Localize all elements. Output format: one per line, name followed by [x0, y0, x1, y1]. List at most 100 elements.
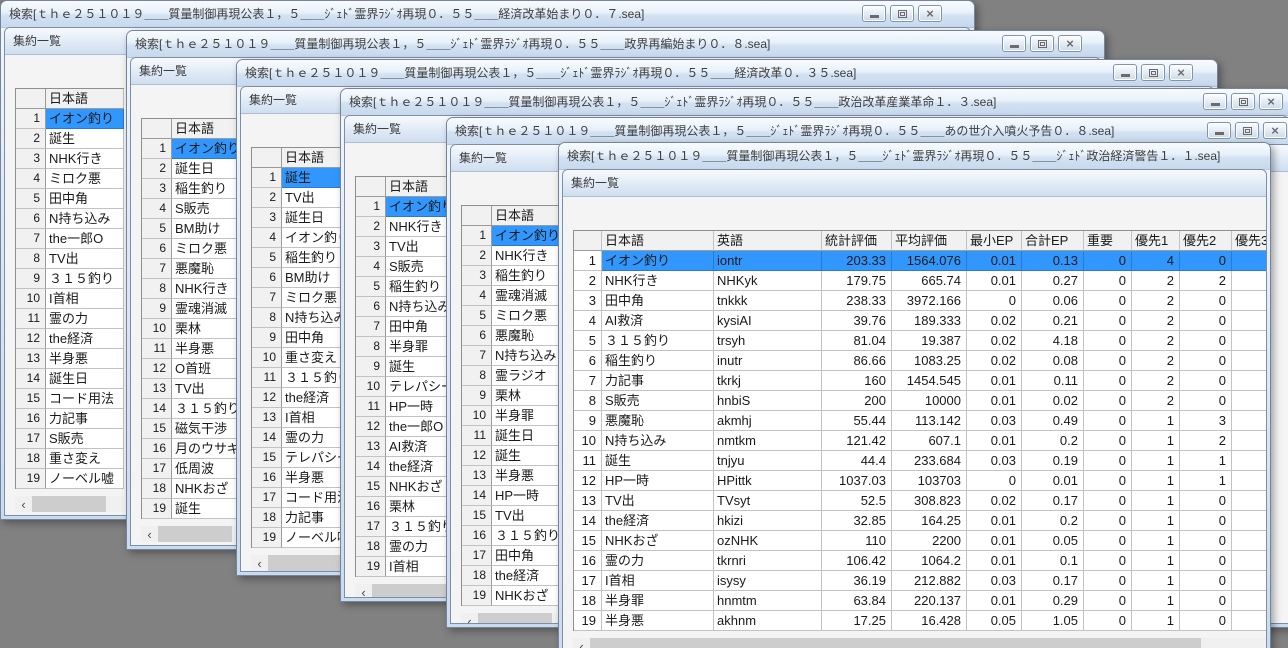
list-row[interactable]: 10I首相 [16, 289, 124, 309]
row-number[interactable]: 4 [574, 311, 602, 331]
table-cell[interactable]: イオン釣り [602, 251, 714, 271]
row-number[interactable]: 5 [252, 248, 282, 268]
table-cell[interactable]: 2200 [892, 531, 967, 551]
table-cell[interactable]: 121.42 [822, 431, 892, 451]
minimize-button[interactable] [1203, 93, 1227, 110]
list-row[interactable]: 7悪魔恥 [142, 259, 250, 279]
row-number[interactable]: 19 [142, 499, 172, 519]
list-row[interactable]: 14HP一時 [462, 486, 570, 506]
scroll-thumb[interactable] [32, 496, 106, 512]
row-number[interactable]: 9 [574, 411, 602, 431]
table-cell[interactable]: 203.33 [822, 251, 892, 271]
table-cell[interactable]: HP一時 [602, 471, 714, 491]
row-number[interactable]: 4 [142, 199, 172, 219]
row-number[interactable]: 10 [252, 348, 282, 368]
row-number[interactable]: 11 [142, 339, 172, 359]
table-cell[interactable]: nmtkm [714, 431, 822, 451]
row-number[interactable]: 8 [574, 391, 602, 411]
column-header[interactable]: 合計EP [1022, 231, 1084, 251]
table-cell[interactable]: 1 [1132, 411, 1180, 431]
row-number[interactable]: 5 [16, 189, 46, 209]
scroll-thumb[interactable] [590, 638, 1201, 648]
table-cell[interactable] [1232, 591, 1267, 611]
table-cell[interactable]: 1 [1132, 491, 1180, 511]
table-cell[interactable]: 0 [1084, 431, 1132, 451]
row-number[interactable]: 4 [462, 286, 492, 306]
list-cell[interactable]: the一郎O [46, 229, 124, 249]
list-row[interactable]: 16力記事 [16, 409, 124, 429]
table-cell[interactable]: 0.49 [1022, 411, 1084, 431]
table-cell[interactable]: 0 [1180, 591, 1232, 611]
table-cell[interactable]: 1 [1180, 471, 1232, 491]
row-number[interactable]: 16 [142, 439, 172, 459]
table-cell[interactable]: N持ち込み [602, 431, 714, 451]
table-cell[interactable]: tkrnri [714, 551, 822, 571]
close-button[interactable]: × [1263, 122, 1287, 139]
table-cell[interactable]: 半身悪 [602, 611, 714, 631]
table-row[interactable]: 15NHKおざozNHK11022000.010.05010 [574, 531, 1267, 551]
row-number[interactable]: 2 [574, 271, 602, 291]
table-cell[interactable]: 32.85 [822, 511, 892, 531]
table-cell[interactable]: 200 [822, 391, 892, 411]
table-row[interactable]: 9悪魔恥akmhj55.44113.1420.030.49013 [574, 411, 1267, 431]
close-button[interactable]: × [918, 5, 942, 22]
row-number[interactable]: 15 [574, 531, 602, 551]
row-number[interactable]: 3 [142, 179, 172, 199]
column-header[interactable]: 英語 [714, 231, 822, 251]
table-cell[interactable]: 44.4 [822, 451, 892, 471]
scroll-track[interactable] [478, 613, 570, 624]
table-cell[interactable]: hkizi [714, 511, 822, 531]
table-cell[interactable]: 1 [1132, 571, 1180, 591]
table-cell[interactable] [1232, 331, 1267, 351]
table-cell[interactable]: akhnm [714, 611, 822, 631]
title-bar[interactable]: 検索[ｔｈｅ２５１０１９＿＿質量制御再現公表１，５＿＿ｼﾞｪﾄﾞ霊界ﾗｼﾞｵ再現… [237, 60, 1217, 87]
row-number[interactable]: 12 [356, 417, 386, 437]
list-cell[interactable]: 重さ変え [46, 449, 124, 469]
row-number[interactable]: 19 [356, 557, 386, 577]
table-cell[interactable]: NHKおざ [602, 531, 714, 551]
table-cell[interactable] [1232, 431, 1267, 451]
table-cell[interactable]: 238.33 [822, 291, 892, 311]
list-row[interactable]: 5ミロク悪 [462, 306, 570, 326]
table-cell[interactable]: TV出 [602, 491, 714, 511]
table-cell[interactable]: 0.02 [967, 331, 1022, 351]
row-number[interactable]: 8 [356, 337, 386, 357]
close-button[interactable]: × [1169, 64, 1193, 81]
row-number[interactable]: 14 [16, 369, 46, 389]
table-cell[interactable]: 164.25 [892, 511, 967, 531]
list-cell[interactable]: N持ち込み [46, 209, 124, 229]
list-row[interactable]: 8霊ラジオ [462, 366, 570, 386]
minimize-button[interactable] [862, 5, 886, 22]
table-cell[interactable]: NHKyk [714, 271, 822, 291]
list-row[interactable]: 11誕生日 [462, 426, 570, 446]
title-bar[interactable]: 検索[ｔｈｅ２５１０１９＿＿質量制御再現公表１，５＿＿ｼﾞｪﾄﾞ霊界ﾗｼﾞｵ再現… [559, 143, 1270, 170]
table-row[interactable]: 17I首相isysy36.19212.8820.030.17010 [574, 571, 1267, 591]
row-number[interactable]: 2 [252, 188, 282, 208]
table-cell[interactable]: 0 [1084, 291, 1132, 311]
row-number[interactable]: 13 [16, 349, 46, 369]
table-cell[interactable]: tnjyu [714, 451, 822, 471]
table-cell[interactable]: 1 [1180, 451, 1232, 471]
column-header[interactable]: 統計評価 [822, 231, 892, 251]
scroll-thumb[interactable] [158, 526, 232, 542]
row-number[interactable]: 3 [462, 266, 492, 286]
row-number[interactable]: 16 [356, 497, 386, 517]
table-cell[interactable]: 0 [1180, 371, 1232, 391]
scroll-thumb[interactable] [478, 613, 552, 624]
table-row[interactable]: 8S販売hnbiS200100000.010.02020 [574, 391, 1267, 411]
row-number[interactable]: 17 [356, 517, 386, 537]
row-number[interactable]: 1 [16, 109, 46, 129]
table-cell[interactable]: 2 [1132, 271, 1180, 291]
table-cell[interactable]: 39.76 [822, 311, 892, 331]
table-cell[interactable]: 2 [1132, 291, 1180, 311]
table-row[interactable]: 1イオン釣りiontr203.331564.0760.010.13040 [574, 251, 1267, 271]
table-cell[interactable]: 0.02 [967, 491, 1022, 511]
title-bar[interactable]: 検索[ｔｈｅ２５１０１９＿＿質量制御再現公表１，５＿＿ｼﾞｪﾄﾞ霊界ﾗｼﾞｵ再現… [341, 89, 1288, 116]
table-cell[interactable]: 0.02 [967, 311, 1022, 331]
table-cell[interactable]: 0.19 [1022, 451, 1084, 471]
row-number[interactable]: 16 [462, 526, 492, 546]
list-row[interactable]: 13半身悪 [16, 349, 124, 369]
list-row[interactable]: 5BM助け [142, 219, 250, 239]
list-cell[interactable]: ミロク悪 [46, 169, 124, 189]
table-cell[interactable]: 55.44 [822, 411, 892, 431]
